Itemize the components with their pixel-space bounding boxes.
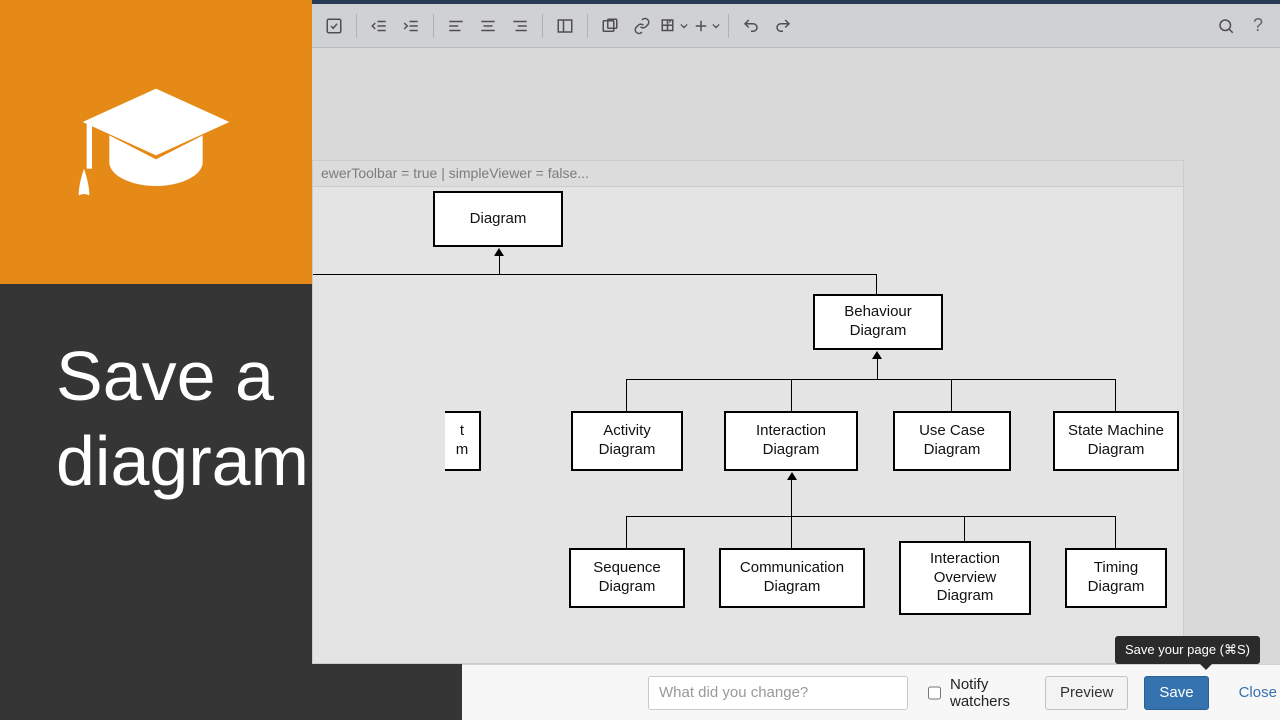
node-behaviour[interactable]: Behaviour Diagram	[813, 294, 943, 350]
notify-watchers[interactable]: Notify watchers	[924, 676, 1013, 710]
brand-block	[0, 0, 312, 284]
align-right-icon[interactable]	[506, 12, 534, 40]
node-diagram[interactable]: Diagram	[433, 191, 563, 247]
align-center-icon[interactable]	[474, 12, 502, 40]
redo-icon[interactable]	[769, 12, 797, 40]
indent-icon[interactable]	[397, 12, 425, 40]
node-communication[interactable]: Communication Diagram	[719, 548, 865, 608]
notify-watchers-label: Notify watchers	[950, 676, 1013, 710]
save-button[interactable]: Save	[1144, 676, 1208, 710]
undo-icon[interactable]	[737, 12, 765, 40]
macro-icon[interactable]	[596, 12, 624, 40]
close-button[interactable]: Close	[1225, 676, 1280, 710]
table-icon[interactable]	[660, 12, 688, 40]
layout-icon[interactable]	[551, 12, 579, 40]
diagram-canvas[interactable]: Diagram Behaviour Diagram t m Activity D…	[312, 186, 1184, 664]
change-comment-input[interactable]	[648, 676, 908, 710]
node-statemachine[interactable]: State Machine Diagram	[1053, 411, 1179, 471]
node-interaction[interactable]: Interaction Diagram	[724, 411, 858, 471]
notify-watchers-checkbox[interactable]	[928, 685, 941, 701]
node-row2-partial[interactable]: t m	[445, 411, 481, 471]
preview-button[interactable]: Preview	[1045, 676, 1128, 710]
node-interaction-overview[interactable]: Interaction Overview Diagram	[899, 541, 1031, 615]
link-icon[interactable]	[628, 12, 656, 40]
graduation-cap-icon	[76, 67, 236, 217]
outdent-icon[interactable]	[365, 12, 393, 40]
node-timing[interactable]: Timing Diagram	[1065, 548, 1167, 608]
node-activity[interactable]: Activity Diagram	[571, 411, 683, 471]
insert-icon[interactable]	[692, 12, 720, 40]
search-icon[interactable]	[1212, 12, 1240, 40]
node-sequence[interactable]: Sequence Diagram	[569, 548, 685, 608]
align-left-icon[interactable]	[442, 12, 470, 40]
editor-footer: Notify watchers Preview Save Close	[462, 664, 1280, 720]
macro-params[interactable]: ewerToolbar = true | simpleViewer = fals…	[312, 160, 1184, 186]
task-list-icon[interactable]	[320, 12, 348, 40]
save-tooltip: Save your page (⌘S)	[1115, 636, 1260, 664]
node-usecase[interactable]: Use Case Diagram	[893, 411, 1011, 471]
help-icon[interactable]: ?	[1244, 12, 1272, 40]
editor-toolbar: ?	[312, 4, 1280, 48]
